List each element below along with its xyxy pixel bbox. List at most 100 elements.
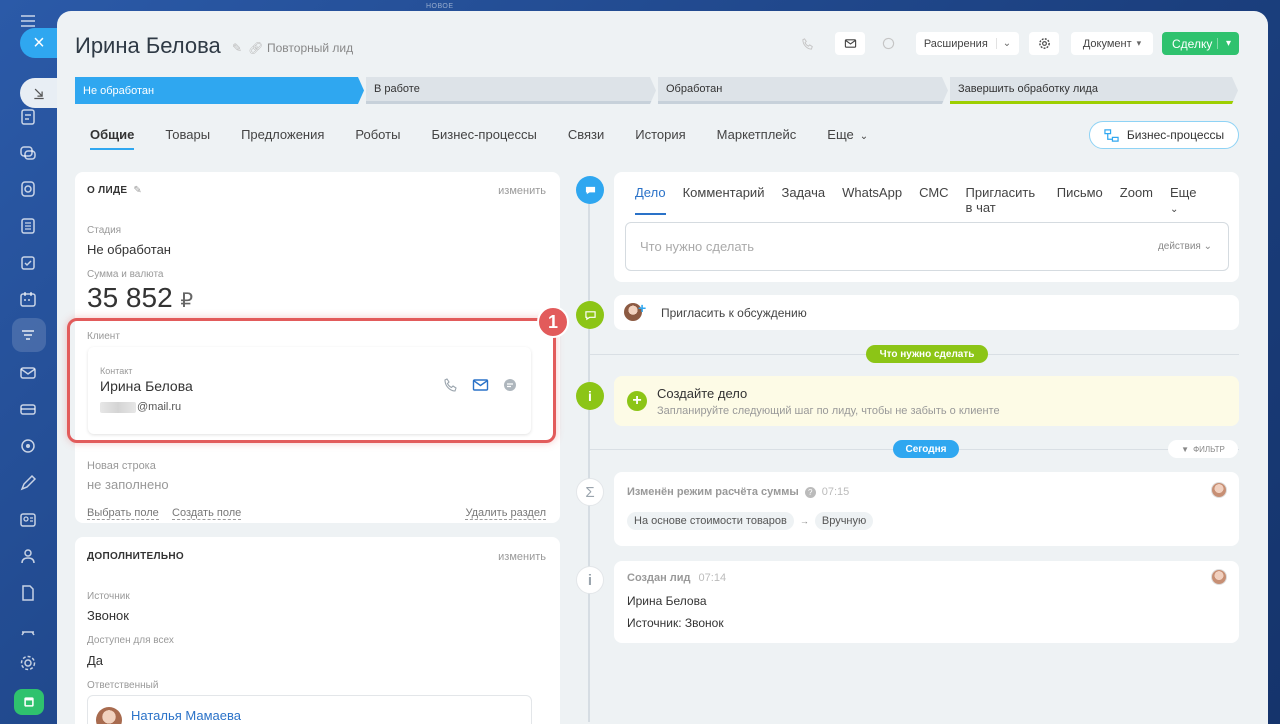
tab-general[interactable]: Общие	[90, 127, 135, 150]
tab-offers[interactable]: Предложения	[241, 127, 324, 150]
users-icon[interactable]	[17, 545, 39, 567]
delete-section-link[interactable]: Удалить раздел	[465, 507, 546, 520]
chat-header-button[interactable]	[875, 32, 901, 55]
avatar	[96, 707, 122, 724]
extensions-button[interactable]: Расширения ⌄	[916, 32, 1019, 55]
activity-editor: Дело Комментарий Задача WhatsApp СМС При…	[614, 172, 1239, 282]
tab-more[interactable]: Еще ⌄	[1170, 185, 1222, 215]
file-icon[interactable]	[17, 582, 39, 604]
change-from-chip: На основе стоимости товаров	[627, 512, 794, 530]
history-line-source: Источник: Звонок	[627, 616, 724, 630]
tab-zoom[interactable]: Zoom	[1120, 185, 1153, 215]
filter-icon: ▼	[1181, 444, 1190, 454]
create-task-card[interactable]: + Создайте дело Запланируйте следующий ш…	[614, 376, 1239, 426]
business-processes-button[interactable]: Бизнес-процессы	[1089, 121, 1239, 149]
crm-funnel-icon[interactable]	[17, 324, 39, 346]
additional-edit-link[interactable]: изменить	[498, 551, 546, 563]
sum-field-value[interactable]: 35 852 ₽	[87, 282, 193, 314]
document-button[interactable]: Документ ▾	[1071, 32, 1153, 55]
access-value[interactable]: Да	[87, 653, 103, 668]
convert-deal-button[interactable]: Сделку ▾	[1162, 32, 1239, 55]
calendar-icon[interactable]	[17, 288, 39, 310]
history-time: 07:15	[821, 486, 850, 498]
settings-button[interactable]	[1029, 32, 1059, 55]
tab-business-processes[interactable]: Бизнес-процессы	[431, 127, 536, 150]
pen-icon[interactable]	[17, 472, 39, 494]
chat-icon[interactable]	[17, 142, 39, 164]
invite-discussion[interactable]: + Пригласить к обсуждению	[614, 295, 1239, 330]
sigma-icon: Σ	[576, 478, 604, 506]
edit-title-icon[interactable]: ✎	[232, 41, 242, 55]
filter-label: ФИЛЬТР	[1193, 444, 1225, 454]
responsible-box: Наталья Мамаева	[87, 695, 532, 724]
tab-whatsapp[interactable]: WhatsApp	[842, 185, 902, 215]
drive-icon[interactable]	[17, 398, 39, 420]
tasks-icon[interactable]	[17, 106, 39, 128]
page-title: Ирина Белова	[75, 33, 221, 58]
avatar	[1211, 482, 1227, 498]
avatar	[1211, 569, 1227, 585]
create-field-link[interactable]: Создать поле	[172, 507, 242, 520]
tab-comment[interactable]: Комментарий	[683, 185, 765, 215]
help-icon[interactable]: ?	[804, 486, 816, 498]
history-item-lead-created: Создан лид 07:14 Ирина Белова Источник: …	[614, 561, 1239, 643]
actions-label: действия	[1157, 241, 1201, 252]
document-icon[interactable]	[17, 215, 39, 237]
phone-icon	[802, 37, 813, 50]
history-title: Создан лид	[627, 572, 691, 584]
stage-not-processed[interactable]: Не обработан	[75, 77, 364, 104]
tab-links[interactable]: Связи	[568, 127, 604, 150]
chevron-down-icon[interactable]: ▾	[1217, 38, 1239, 49]
close-slider-button[interactable]: ×	[20, 28, 58, 58]
annotation-badge: 1	[537, 306, 569, 338]
tab-products[interactable]: Товары	[165, 127, 210, 150]
plus-icon[interactable]: +	[627, 391, 647, 411]
chat-icon	[882, 37, 894, 50]
minimize-slider-button[interactable]	[20, 78, 58, 108]
chevron-down-icon: ⌄	[1203, 241, 1212, 252]
feed-icon[interactable]	[17, 178, 39, 200]
tab-sms[interactable]: СМС	[919, 185, 948, 215]
actions-dropdown[interactable]: действия ⌄	[1158, 241, 1212, 252]
id-card-icon[interactable]	[17, 509, 39, 531]
source-value[interactable]: Звонок	[87, 608, 129, 623]
tab-marketplace[interactable]: Маркетплейс	[717, 127, 797, 150]
choose-field-link[interactable]: Выбрать поле	[87, 507, 159, 520]
pencil-icon[interactable]: ✎	[133, 185, 141, 196]
app-icon[interactable]	[14, 689, 44, 715]
todo-section-pill: Что нужно сделать	[866, 345, 988, 363]
filter-button[interactable]: ▼ ФИЛЬТР	[1168, 440, 1238, 458]
stage-processed[interactable]: Обработан	[658, 77, 948, 104]
tab-task-deal[interactable]: Дело	[635, 185, 666, 215]
stage-finish[interactable]: Завершить обработку лида	[950, 77, 1238, 104]
history-time: 07:14	[698, 572, 727, 584]
call-header-button[interactable]	[795, 32, 821, 55]
stage-field-value[interactable]: Не обработан	[87, 242, 171, 257]
robot-icon[interactable]	[17, 618, 39, 640]
tab-more-label: Еще	[827, 127, 854, 142]
email-header-button[interactable]	[835, 32, 865, 55]
about-section-title: О ЛИДЕ	[87, 185, 128, 196]
responsible-name[interactable]: Наталья Мамаева	[131, 708, 241, 723]
link-icon[interactable]: 🔗︎	[248, 41, 263, 55]
stage-field-label: Стадия	[87, 225, 122, 236]
tab-robots[interactable]: Роботы	[355, 127, 400, 150]
tab-invite-chat[interactable]: Пригласить в чат	[966, 185, 1040, 215]
checkbox-icon[interactable]	[17, 252, 39, 274]
currency-symbol: ₽	[180, 290, 194, 312]
tab-task[interactable]: Задача	[781, 185, 825, 215]
target-icon[interactable]	[17, 435, 39, 457]
todo-input[interactable]: Что нужно сделать действия ⌄	[625, 222, 1229, 271]
tab-more[interactable]: Еще ⌄	[827, 127, 868, 150]
client-highlight-frame	[67, 318, 556, 443]
mail-icon[interactable]	[17, 362, 39, 384]
about-edit-link[interactable]: изменить	[498, 185, 546, 197]
new-row-value[interactable]: не заполнено	[87, 477, 169, 492]
create-task-title: Создайте дело	[657, 386, 748, 401]
timeline-line	[588, 192, 590, 722]
stage-in-progress[interactable]: В работе	[366, 77, 656, 104]
settings-icon[interactable]	[17, 652, 39, 674]
tab-history[interactable]: История	[635, 127, 685, 150]
additional-card: ДОПОЛНИТЕЛЬНО изменить Источник Звонок Д…	[75, 537, 560, 724]
tab-letter[interactable]: Письмо	[1057, 185, 1103, 215]
